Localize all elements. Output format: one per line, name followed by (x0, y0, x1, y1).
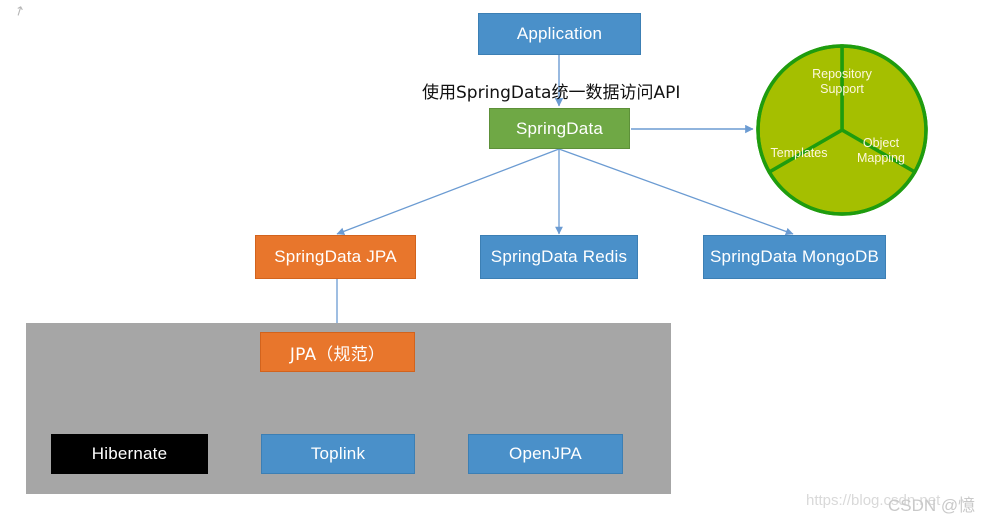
corner-mark-icon: ↗ (10, 1, 28, 20)
node-jpa-spec[interactable]: JPA（规范） (260, 332, 415, 372)
pie-label-templates: Templates (770, 146, 828, 160)
node-hibernate-label: Hibernate (91, 444, 168, 463)
node-jpa-spec-label: JPA（规范） (289, 344, 386, 365)
watermark-brand: CSDN @憶 (888, 496, 976, 515)
node-springdata-mongodb-label: SpringData MongoDB (710, 247, 879, 266)
pie-label-object-mapping: Object Mapping (857, 136, 905, 165)
edge-springdata-to-springdata-jpa (336, 148, 560, 236)
node-hibernate[interactable]: Hibernate (51, 434, 208, 474)
springdata-capabilities-pie: Repository Support Object Mapping Templa… (754, 42, 930, 218)
node-application[interactable]: Application (478, 13, 641, 55)
node-application-label: Application (516, 24, 603, 43)
node-springdata-mongodb[interactable]: SpringData MongoDB (703, 235, 886, 279)
node-toplink[interactable]: Toplink (261, 434, 415, 474)
node-springdata-redis[interactable]: SpringData Redis (480, 235, 638, 279)
node-springdata[interactable]: SpringData (489, 108, 630, 149)
node-openjpa[interactable]: OpenJPA (468, 434, 623, 474)
pie-label-repository-support: Repository Support (812, 67, 872, 96)
springdata-api-annotation: 使用SpringData统一数据访问API (422, 83, 681, 103)
diagram-canvas: Application 使用SpringData统一数据访问API Spring… (0, 0, 1004, 520)
node-springdata-jpa[interactable]: SpringData JPA (255, 235, 416, 279)
node-springdata-jpa-label: SpringData JPA (274, 247, 397, 266)
node-springdata-label: SpringData (515, 118, 604, 138)
node-openjpa-label: OpenJPA (509, 444, 582, 463)
node-springdata-redis-label: SpringData Redis (490, 247, 628, 266)
node-toplink-label: Toplink (310, 444, 366, 463)
